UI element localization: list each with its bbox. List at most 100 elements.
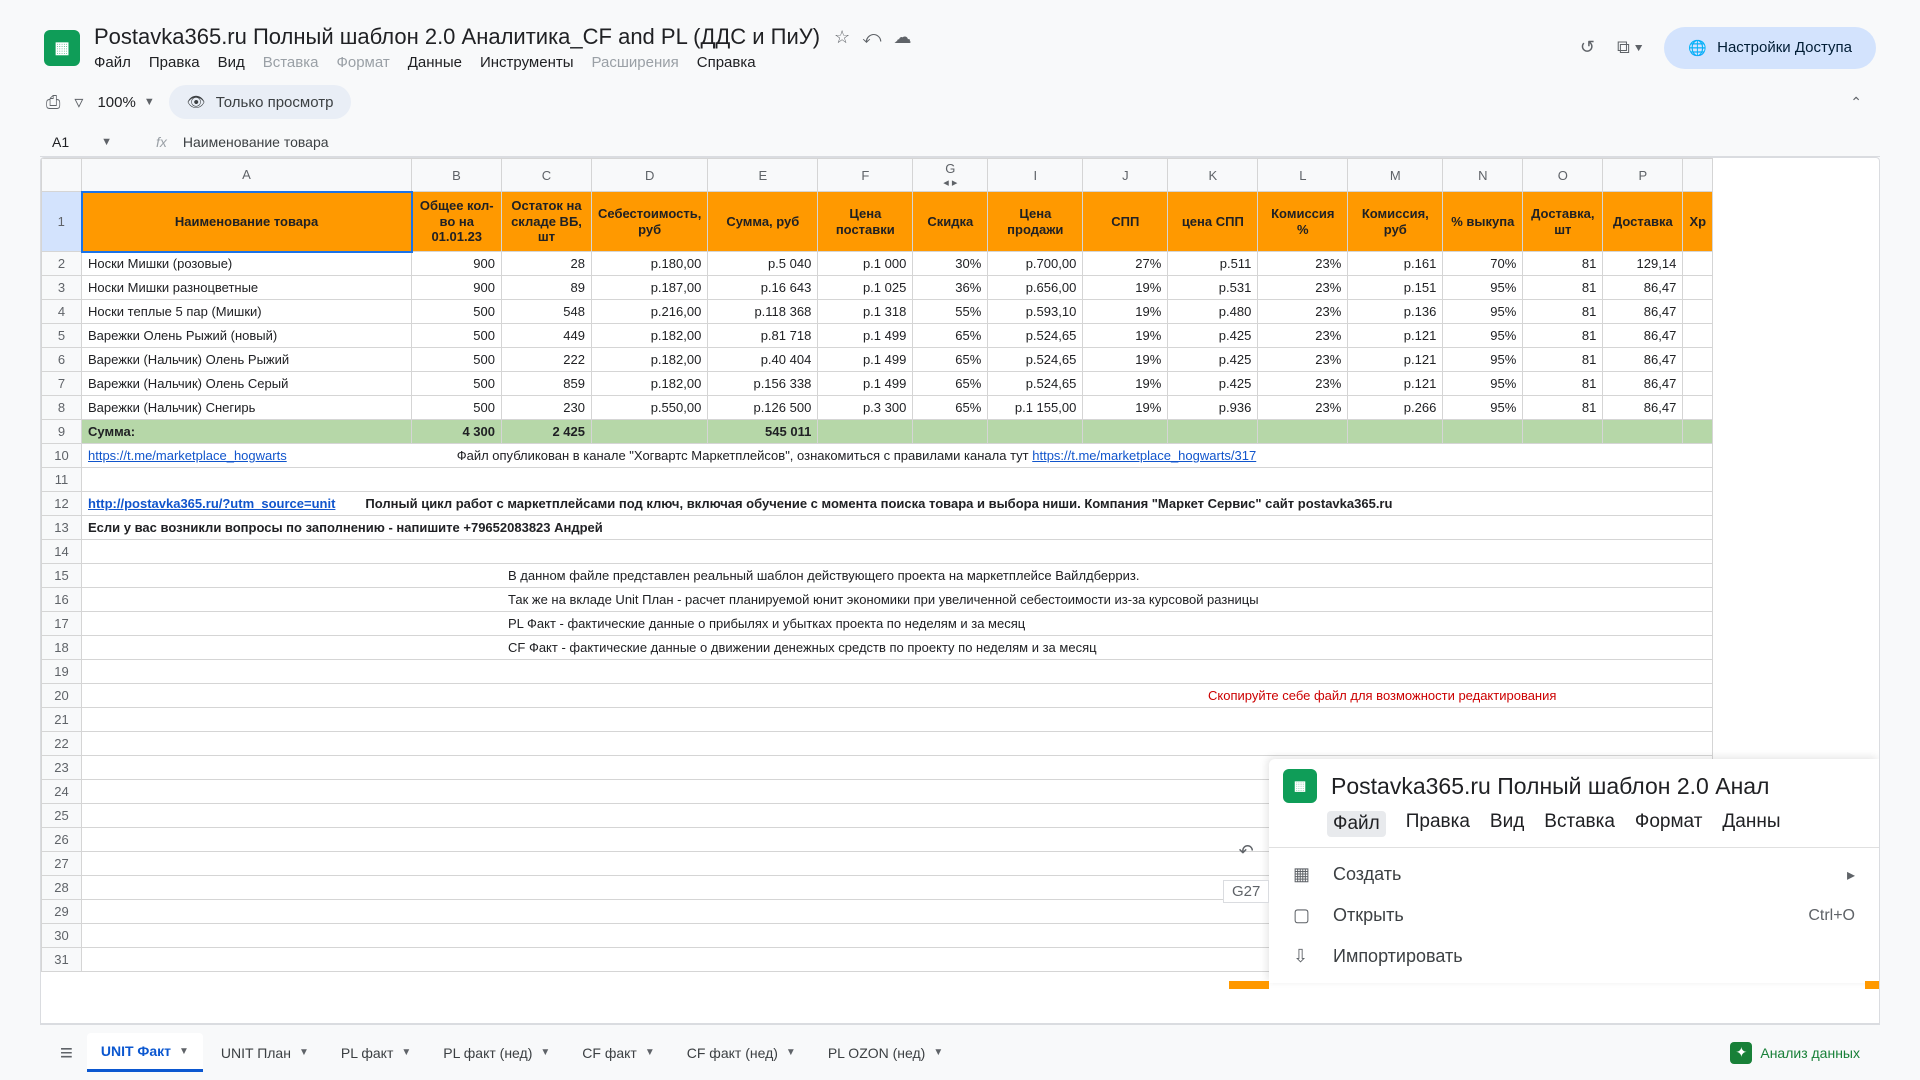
- header-cell[interactable]: Наименование товара: [82, 192, 412, 252]
- row-header[interactable]: 25: [42, 804, 82, 828]
- menu-вид[interactable]: Вид: [218, 54, 245, 71]
- header-cell[interactable]: СПП: [1083, 192, 1168, 252]
- sheet-tab[interactable]: UNIT План▼: [207, 1033, 323, 1072]
- sheet-tab[interactable]: UNIT Факт▼: [87, 1033, 203, 1072]
- cell[interactable]: 19%: [1083, 300, 1168, 324]
- cell[interactable]: [82, 708, 1713, 732]
- cell[interactable]: [818, 420, 913, 444]
- cell[interactable]: р.1 499: [818, 372, 913, 396]
- overlay-menu-1[interactable]: Правка: [1406, 811, 1470, 837]
- menu-инструменты[interactable]: Инструменты: [480, 54, 574, 71]
- col-header-E[interactable]: E: [708, 159, 818, 192]
- cell[interactable]: 95%: [1443, 300, 1523, 324]
- cell[interactable]: CF Факт - фактические данные о движении …: [82, 636, 1713, 660]
- cell[interactable]: 500: [412, 324, 502, 348]
- cell[interactable]: 23%: [1258, 252, 1348, 276]
- header-cell[interactable]: цена СПП: [1168, 192, 1258, 252]
- col-header-B[interactable]: B: [412, 159, 502, 192]
- cell[interactable]: Если у вас возникли вопросы по заполнени…: [82, 516, 1713, 540]
- cell[interactable]: [1683, 372, 1713, 396]
- cell[interactable]: 81: [1523, 396, 1603, 420]
- col-header-A[interactable]: A: [82, 159, 412, 192]
- row-header[interactable]: 23: [42, 756, 82, 780]
- cell[interactable]: р.700,00: [988, 252, 1083, 276]
- cell[interactable]: 89: [502, 276, 592, 300]
- cell[interactable]: 86,47: [1603, 372, 1683, 396]
- cell[interactable]: Варежки (Нальчик) Снегирь: [82, 396, 412, 420]
- cell[interactable]: https://t.me/marketplace_hogwartsФайл оп…: [82, 444, 1713, 468]
- cell[interactable]: р.182,00: [592, 348, 708, 372]
- cell[interactable]: р.550,00: [592, 396, 708, 420]
- cell[interactable]: 86,47: [1603, 324, 1683, 348]
- row-header[interactable]: 30: [42, 924, 82, 948]
- overlay-menu-item[interactable]: ▢ОткрытьCtrl+O: [1269, 895, 1879, 936]
- header-cell[interactable]: Сумма, руб: [708, 192, 818, 252]
- header-cell[interactable]: % выкупа: [1443, 192, 1523, 252]
- cell[interactable]: р.5 040: [708, 252, 818, 276]
- overlay-menu-4[interactable]: Формат: [1635, 811, 1703, 837]
- row-header[interactable]: 15: [42, 564, 82, 588]
- cell[interactable]: 500: [412, 300, 502, 324]
- cell[interactable]: 81: [1523, 276, 1603, 300]
- cell[interactable]: 4 300: [412, 420, 502, 444]
- cell[interactable]: р.524,65: [988, 372, 1083, 396]
- row-header[interactable]: 11: [42, 468, 82, 492]
- row-header[interactable]: 29: [42, 900, 82, 924]
- cell[interactable]: 230: [502, 396, 592, 420]
- cell[interactable]: Так же на вкладе Unit План - расчет план…: [82, 588, 1713, 612]
- cell[interactable]: [82, 468, 1713, 492]
- cell[interactable]: [1523, 420, 1603, 444]
- cell[interactable]: р.1 318: [818, 300, 913, 324]
- col-header-M[interactable]: M: [1348, 159, 1443, 192]
- cell[interactable]: 23%: [1258, 396, 1348, 420]
- all-sheets-icon[interactable]: ≡: [60, 1040, 73, 1066]
- cell[interactable]: 81: [1523, 372, 1603, 396]
- col-header-N[interactable]: N: [1443, 159, 1523, 192]
- cell[interactable]: р.121: [1348, 324, 1443, 348]
- cell[interactable]: 81: [1523, 324, 1603, 348]
- cell[interactable]: р.531: [1168, 276, 1258, 300]
- cell[interactable]: р.656,00: [988, 276, 1083, 300]
- row-header[interactable]: 6: [42, 348, 82, 372]
- cell[interactable]: 222: [502, 348, 592, 372]
- row-header[interactable]: 4: [42, 300, 82, 324]
- overlay-menu-item[interactable]: ▦Создать▸: [1269, 854, 1879, 895]
- cell[interactable]: 2 425: [502, 420, 592, 444]
- cell[interactable]: р.511: [1168, 252, 1258, 276]
- col-header-F[interactable]: F: [818, 159, 913, 192]
- cell[interactable]: [1083, 420, 1168, 444]
- print-icon[interactable]: ⎙: [46, 92, 60, 113]
- cell[interactable]: http://postavka365.ru/?utm_source=unitПо…: [82, 492, 1713, 516]
- cell[interactable]: [592, 420, 708, 444]
- cell[interactable]: р.425: [1168, 372, 1258, 396]
- cell[interactable]: 95%: [1443, 396, 1523, 420]
- undo-icon[interactable]: ↶: [1239, 841, 1254, 862]
- sheets-logo[interactable]: ▦: [44, 30, 80, 66]
- header-cell[interactable]: Комиссия %: [1258, 192, 1348, 252]
- menu-формат[interactable]: Формат: [336, 54, 389, 71]
- cell[interactable]: 95%: [1443, 276, 1523, 300]
- cell[interactable]: [82, 732, 1713, 756]
- header-cell[interactable]: Хр: [1683, 192, 1713, 252]
- cell[interactable]: [1683, 396, 1713, 420]
- cell[interactable]: 81: [1523, 300, 1603, 324]
- cell[interactable]: р.182,00: [592, 372, 708, 396]
- col-header-P[interactable]: P: [1603, 159, 1683, 192]
- cell[interactable]: 81: [1523, 348, 1603, 372]
- col-header-L[interactable]: L: [1258, 159, 1348, 192]
- sheet-tab[interactable]: CF факт▼: [568, 1033, 668, 1072]
- cell[interactable]: [1603, 420, 1683, 444]
- cell[interactable]: [1168, 420, 1258, 444]
- menu-файл[interactable]: Файл: [94, 54, 131, 71]
- cell[interactable]: р.425: [1168, 324, 1258, 348]
- overlay-cellref[interactable]: G27: [1223, 880, 1269, 903]
- cell[interactable]: р.266: [1348, 396, 1443, 420]
- cell[interactable]: 129,14: [1603, 252, 1683, 276]
- cell[interactable]: р.1 155,00: [988, 396, 1083, 420]
- cell[interactable]: [1683, 252, 1713, 276]
- header-cell[interactable]: Скидка: [913, 192, 988, 252]
- row-header[interactable]: 18: [42, 636, 82, 660]
- cell[interactable]: р.3 300: [818, 396, 913, 420]
- cell[interactable]: р.40 404: [708, 348, 818, 372]
- cell[interactable]: р.118 368: [708, 300, 818, 324]
